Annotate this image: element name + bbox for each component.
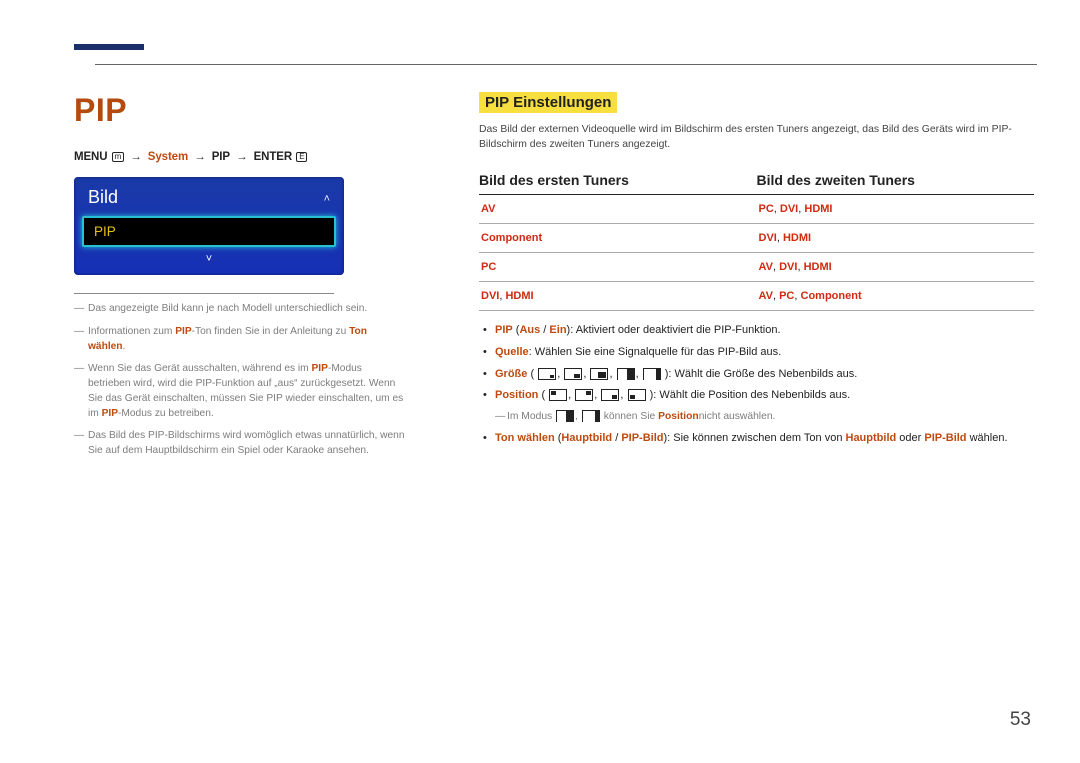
pos-icon-tr <box>575 389 593 401</box>
size-icon-half <box>556 410 574 422</box>
notes-list: Das angezeigte Bild kann je nach Modell … <box>74 302 407 459</box>
tv-menu-panel: Bild ˄ PIP ˅ <box>74 177 344 275</box>
intro-text: Das Bild der externen Videoquelle wird i… <box>479 123 1034 152</box>
table-cell: AV, DVI, HDMI <box>757 253 1035 281</box>
table-row: DVI, HDMIAV, PC, Component <box>479 282 1034 311</box>
table-cell: AV <box>479 195 757 223</box>
tv-menu-header-label: Bild <box>88 187 118 207</box>
size-icon-large <box>590 368 608 380</box>
enter-icon: E <box>296 152 307 162</box>
bullet-ton: Ton wählen (Hauptbild / PIP-Bild): Sie k… <box>479 429 1034 448</box>
arrow-icon: → <box>194 151 205 163</box>
table-row: AVPC, DVI, HDMI <box>479 195 1034 224</box>
bc-pip: PIP <box>212 151 230 163</box>
accent-bar <box>74 44 144 50</box>
size-icon-med <box>564 368 582 380</box>
size-icon-two-third <box>643 368 661 380</box>
note: Informationen zum PIP-Ton finden Sie in … <box>74 325 407 355</box>
col-header-2: Bild des zweiten Tuners <box>757 170 1035 194</box>
page-number: 53 <box>1010 709 1031 731</box>
note: Das Bild des PIP-Bildschirms wird womögl… <box>74 429 407 459</box>
pos-icon-br <box>601 389 619 401</box>
bc-enter: ENTER <box>254 151 292 163</box>
size-icon-small <box>538 368 556 380</box>
tv-menu-item-pip[interactable]: PIP <box>82 216 336 247</box>
bullet-position: Position ( , , , ): Wählt die Position d… <box>479 386 1034 405</box>
sub-note: Im Modus , können Sie Positionnicht ausw… <box>479 408 1034 426</box>
table-cell: DVI, HDMI <box>479 282 757 310</box>
bc-system: System <box>148 151 188 163</box>
note: Wenn Sie das Gerät ausschalten, während … <box>74 362 407 421</box>
table-cell: DVI, HDMI <box>757 224 1035 252</box>
table-cell: AV, PC, Component <box>757 282 1035 310</box>
arrow-icon: → <box>236 151 247 163</box>
table-header: Bild des ersten Tuners Bild des zweiten … <box>479 170 1034 195</box>
subsection-heading: PIP Einstellungen <box>479 92 617 113</box>
bullet-groesse: Größe ( , , , , ): Wählt die Größe des N… <box>479 365 1034 384</box>
bullet-quelle: Quelle: Wählen Sie eine Signalquelle für… <box>479 343 1034 362</box>
menu-breadcrumb: MENU m → System → PIP → ENTER E <box>74 151 407 163</box>
size-icon-half <box>617 368 635 380</box>
tv-menu-header: Bild ˄ <box>74 185 344 216</box>
divider <box>74 293 334 294</box>
table-row: PCAV, DVI, HDMI <box>479 253 1034 282</box>
pos-icon-bl <box>628 389 646 401</box>
table-row: ComponentDVI, HDMI <box>479 224 1034 253</box>
chevron-down-icon: ˅ <box>206 253 212 265</box>
bullet-pip: PIP (Aus / Ein): Aktiviert oder deaktivi… <box>479 321 1034 340</box>
section-title: PIP <box>74 92 407 129</box>
note: Das angezeigte Bild kann je nach Modell … <box>74 302 407 317</box>
bc-menu: MENU <box>74 151 107 163</box>
chevron-up-icon: ˄ <box>324 193 330 205</box>
col-header-1: Bild des ersten Tuners <box>479 170 757 194</box>
size-icon-two-third <box>582 410 600 422</box>
tv-menu-item-label: PIP <box>94 224 116 239</box>
table-cell: Component <box>479 224 757 252</box>
table-cell: PC <box>479 253 757 281</box>
menu-icon: m <box>112 152 125 162</box>
pos-icon-tl <box>549 389 567 401</box>
arrow-icon: → <box>130 151 141 163</box>
table-cell: PC, DVI, HDMI <box>757 195 1035 223</box>
